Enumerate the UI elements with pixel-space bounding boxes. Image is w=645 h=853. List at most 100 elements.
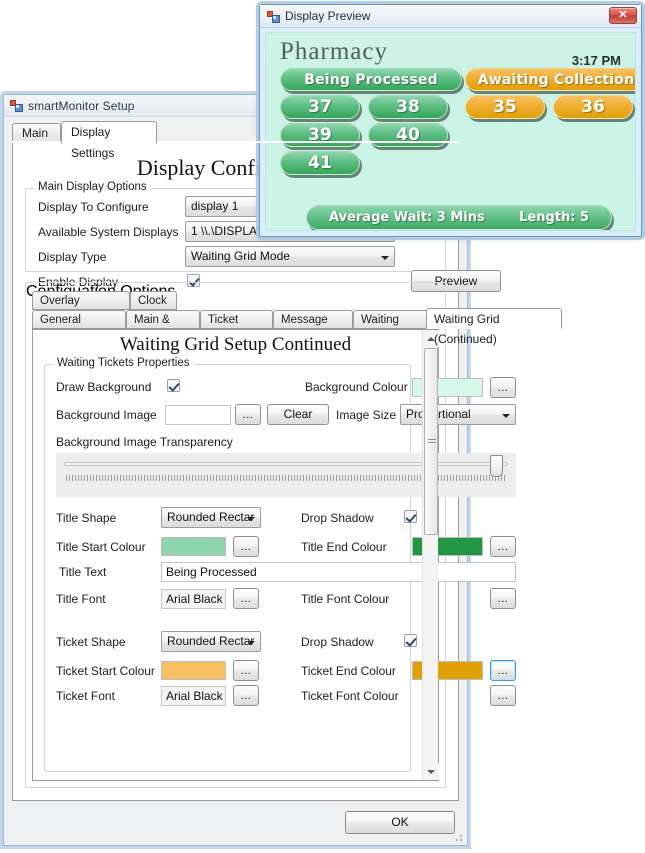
ticket-shape-label: Ticket Shape [56, 635, 126, 649]
ticket-tile: 38 [368, 95, 448, 119]
ticket-font-value: Arial Black [161, 686, 226, 706]
app-window-icon [267, 10, 280, 23]
ticket-font-browse-button[interactable]: ... [233, 685, 259, 706]
ticket-font-label: Ticket Font [56, 689, 115, 703]
background-image-label: Background Image [56, 408, 157, 422]
ticket-shape-combo[interactable]: Rounded Rectar [161, 631, 261, 652]
display-to-configure-label: Display To Configure [38, 200, 149, 214]
pharmacy-brand-text: Pharmacy [280, 38, 388, 65]
display-type-combo[interactable]: Waiting Grid Mode [185, 246, 395, 267]
image-size-value: Proportional [406, 407, 471, 421]
slider-thumb[interactable] [490, 455, 503, 477]
tab-waiting-grid[interactable]: Waiting Grid [353, 310, 429, 344]
title-text-input[interactable]: Being Processed [161, 562, 516, 582]
close-icon[interactable]: ✕ [609, 7, 637, 24]
preview-window-title: Display Preview [285, 9, 371, 23]
background-image-browse-button[interactable]: ... [235, 404, 261, 425]
tab-overlay-graphics[interactable]: Overlay Graphics [32, 291, 130, 325]
title-font-label: Title Font [56, 592, 106, 606]
tab-clock[interactable]: Clock [130, 291, 177, 310]
message-bar: Average Wait: 3 Mins Length: 5 [306, 205, 612, 230]
scroll-down-arrow-icon[interactable] [423, 763, 439, 780]
panel-title: Waiting Grid Setup Continued [119, 334, 352, 355]
ticket-end-colour-browse-button[interactable]: ... [490, 660, 516, 681]
ticket-font-colour-label: Ticket Font Colour [301, 689, 399, 703]
tab-ticket-area[interactable]: Ticket Area [200, 310, 273, 344]
title-end-colour-label: Title End Colour [301, 540, 387, 554]
background-colour-label: Background Colour [305, 380, 408, 394]
ticket-font-colour-browse-button[interactable]: ... [490, 685, 516, 706]
title-start-colour-swatch[interactable] [161, 537, 226, 556]
background-image-transparency-label: Background Image Transparency [56, 435, 233, 449]
title-shape-label: Title Shape [56, 511, 117, 525]
ticket-drop-shadow-label: Drop Shadow [301, 635, 374, 649]
ticket-start-colour-label: Ticket Start Colour [56, 664, 155, 678]
chevron-down-icon [243, 508, 260, 527]
background-image-clear-button[interactable]: Clear [267, 404, 329, 425]
title-font-colour-label: Title Font Colour [301, 592, 390, 606]
title-start-colour-browse-button[interactable]: ... [233, 536, 259, 557]
ticket-tile: 39 [280, 123, 360, 147]
ticket-tile: 37 [280, 95, 360, 119]
background-colour-browse-button[interactable]: ... [490, 377, 516, 398]
title-font-value: Arial Black [161, 589, 226, 609]
background-image-input[interactable] [165, 405, 231, 425]
title-end-colour-browse-button[interactable]: ... [490, 536, 516, 557]
chevron-down-icon [377, 247, 394, 266]
title-shape-value: Rounded Rectar [167, 510, 255, 524]
chevron-down-icon [243, 632, 260, 651]
tab-message-bar[interactable]: Message Bar [273, 310, 353, 344]
configuration-options-group: Configuation Options Overlay Graphics Cl… [25, 282, 562, 788]
title-drop-shadow-label: Drop Shadow [301, 511, 374, 525]
screen-root: smartMonitor Setup Main Display Settings… [0, 0, 645, 853]
ok-button[interactable]: OK [345, 811, 455, 834]
ticket-tile: 41 [280, 151, 360, 175]
scrollbar-thumb[interactable] [424, 348, 438, 535]
column-header-awaiting-collection: Awaiting Collection [465, 68, 635, 91]
waiting-grid-continued-panel: Waiting Grid Setup Continued Waiting Tic… [32, 329, 516, 781]
draw-background-label: Draw Background [56, 380, 152, 394]
title-font-colour-browse-button[interactable]: ... [490, 588, 516, 609]
ticket-shape-value: Rounded Rectar [167, 634, 255, 648]
display-to-configure-value: display 1 [191, 199, 239, 213]
tab-display-settings[interactable]: Display Settings [61, 121, 157, 160]
tab-main-and-title[interactable]: Main & Title [126, 310, 200, 344]
column-header-being-processed: Being Processed [280, 68, 462, 91]
background-image-transparency-slider[interactable] [56, 453, 516, 497]
setup-window-title: smartMonitor Setup [28, 98, 135, 113]
title-start-colour-label: Title Start Colour [56, 540, 146, 554]
message-bar-left: Average Wait: 3 Mins [329, 210, 485, 225]
config-tab-strip: Overlay Graphics Clock General Options M… [32, 291, 562, 346]
title-font-browse-button[interactable]: ... [233, 588, 259, 609]
preview-screen: Pharmacy 3:17 PM Being Processed 37 38 3… [265, 32, 636, 231]
ticket-tile: 35 [465, 95, 545, 119]
app-window-icon [10, 99, 23, 112]
display-type-label: Display Type [38, 250, 107, 264]
title-drop-shadow-checkbox[interactable] [404, 510, 417, 523]
waiting-tickets-properties-group: Waiting Tickets Properties Draw Backgrou… [44, 357, 516, 772]
slider-ticks [66, 475, 506, 481]
tab-waiting-grid-continued[interactable]: Waiting Grid (Continued) [426, 308, 562, 346]
title-text-label: Title Text [59, 565, 107, 579]
ticket-start-colour-swatch[interactable] [161, 661, 226, 680]
ticket-start-colour-browse-button[interactable]: ... [233, 660, 259, 681]
ticket-tile: 36 [553, 95, 633, 119]
image-size-combo[interactable]: Proportional [400, 404, 516, 425]
clock-text: 3:17 PM [571, 53, 621, 68]
waiting-tickets-properties-title: Waiting Tickets Properties [53, 357, 194, 369]
display-type-value: Waiting Grid Mode [191, 249, 290, 263]
panel-scrollbar[interactable] [422, 330, 439, 780]
chevron-down-icon [498, 405, 515, 424]
image-size-label: Image Size [336, 408, 397, 422]
tab-general-options[interactable]: General Options [32, 310, 126, 344]
message-bar-right: Length: 5 [519, 210, 589, 225]
ticket-drop-shadow-checkbox[interactable] [404, 634, 417, 647]
title-shape-combo[interactable]: Rounded Rectar [161, 507, 261, 528]
available-system-displays-label: Available System Displays [38, 225, 179, 239]
resize-grip[interactable] [452, 831, 464, 843]
preview-titlebar[interactable]: Display Preview ✕ [260, 5, 641, 28]
tab-main[interactable]: Main [12, 123, 61, 143]
draw-background-checkbox[interactable] [167, 379, 180, 392]
main-display-options-title: Main Display Options [34, 181, 151, 193]
display-settings-page: Display Configuration Main Display Optio… [12, 142, 562, 801]
